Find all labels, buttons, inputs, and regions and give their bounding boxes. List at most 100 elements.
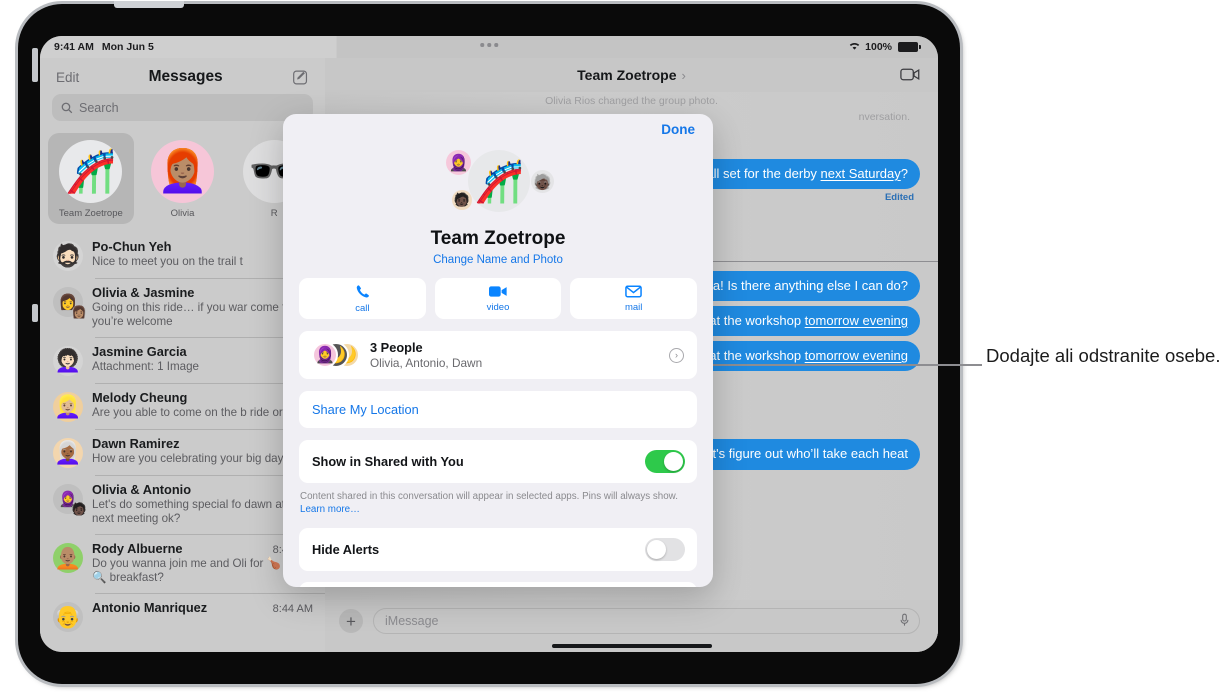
home-indicator (551, 644, 712, 648)
group-details-modal: Done 🎢 🧕 🧓🏿 🧑🏿 Team Zoetrope Change Name… (283, 114, 713, 587)
compose-icon[interactable] (292, 69, 309, 86)
sidebar-nav-bar: Edit Messages (40, 58, 325, 92)
conversation-time: 8:44 AM (272, 602, 313, 615)
screenshot-root: 9:41 AM Mon Jun 5 100% Edit Messages Sea… (0, 0, 1226, 692)
conversation-title-button[interactable]: Team Zoetrope › (577, 67, 686, 83)
video-label: video (486, 301, 510, 313)
pinned-item-team-zoetrope[interactable]: 🎢 Team Zoetrope (48, 133, 134, 224)
avatar-secondary: 🧑🏿 (71, 501, 87, 516)
pinned-item-label: Olivia (170, 208, 195, 219)
avatar: 🧑🏽‍🦲 (53, 542, 83, 573)
shared-with-you-toggle[interactable] (645, 450, 685, 473)
chevron-right-icon: › (681, 67, 686, 83)
avatar: 🧔🏻 (53, 241, 83, 271)
hide-alerts-label: Hide Alerts (312, 542, 380, 558)
conversation-nav-bar: Team Zoetrope › (325, 58, 938, 92)
next-card-partial[interactable] (299, 582, 697, 587)
conversation-preview: Do you wanna join me and Oli for 🍗 ☕ 🔍 b… (92, 556, 299, 585)
member-avatar-stack: 🌙 🌙 🧕 (312, 340, 360, 370)
shared-with-you-card: Show in Shared with You (299, 440, 697, 483)
imessage-placeholder: iMessage (385, 614, 439, 628)
pinned-item-label: R (270, 208, 278, 219)
modal-header: Done (283, 114, 713, 148)
imessage-input[interactable]: iMessage (373, 608, 920, 634)
message-bubble[interactable]: at the workshop tomorrow evening (697, 341, 920, 372)
shared-with-you-label: Show in Shared with You (312, 454, 464, 469)
avatar: 👩🏻‍🦱 (53, 345, 83, 376)
top-antenna-band (114, 1, 184, 8)
ipad-device-frame: 9:41 AM Mon Jun 5 100% Edit Messages Sea… (18, 1, 960, 684)
conversation-preview: Let's do something special fo dawn at th… (92, 497, 305, 526)
learn-more-link[interactable]: Learn more… (300, 504, 360, 515)
conversation-preview: Going on this ride… if you war come too … (92, 301, 299, 329)
conversation-preview: Attachment: 1 Image (92, 359, 199, 373)
conversation-name: Olivia & Jasmine (92, 285, 195, 300)
hide-alerts-row[interactable]: Hide Alerts (299, 528, 697, 571)
sidebar-title: Messages (148, 68, 223, 85)
shared-with-you-row[interactable]: Show in Shared with You (299, 440, 697, 483)
edit-button[interactable]: Edit (56, 70, 79, 85)
avatar: 👱🏼‍♀️ (53, 391, 83, 422)
footnote-text: Content shared in this conversation will… (300, 491, 678, 502)
conversation-name: Olivia & Antonio (92, 481, 192, 497)
change-name-photo-link[interactable]: Change Name and Photo (283, 254, 713, 266)
member-avatar-1: 🧕 (312, 342, 338, 368)
chevron-right-circle-icon[interactable]: › (669, 347, 684, 363)
page-title: Team Zoetrope (577, 67, 677, 83)
volume-button (32, 48, 38, 82)
avatar: 👩🏾‍🦳 (53, 437, 83, 468)
conversation-name: Melody Cheung (92, 389, 188, 405)
status-bar: 9:41 AM Mon Jun 5 100% (40, 36, 938, 58)
message-bubble[interactable]: et's figure out who’ll take each heat (693, 439, 920, 470)
add-attachment-icon[interactable]: + (339, 609, 363, 633)
hide-alerts-toggle[interactable] (645, 538, 685, 562)
message-bubble[interactable]: ivia! Is there anything else I can do? (688, 270, 920, 301)
conversation-name: Jasmine Garcia (92, 343, 187, 359)
battery-icon (898, 42, 921, 52)
ipad-screen: 9:41 AM Mon Jun 5 100% Edit Messages Sea… (40, 36, 938, 652)
pinned-item-olivia[interactable]: 👩🏽‍🦰 Olivia (140, 133, 226, 224)
avatar: 👩 👩🏽 (53, 287, 87, 319)
conversation-name: Rody Albuerne (92, 540, 183, 556)
mail-button[interactable]: mail (570, 278, 698, 319)
avatar: 🧕 🧑🏿 (53, 483, 87, 516)
message-bubble[interactable]: at the workshop tomorrow evening (697, 305, 920, 336)
member-avatar-2: 🧓🏿 (531, 170, 554, 193)
shared-with-you-footnote: Content shared in this conversation will… (283, 483, 713, 516)
avatar: 👩🏽‍🦰 (151, 140, 214, 203)
multitasking-handle[interactable] (480, 43, 498, 47)
call-label: call (355, 302, 370, 314)
share-location-card[interactable]: Share My Location (299, 391, 697, 428)
group-avatar-cluster[interactable]: 🎢 🧕 🧓🏿 🧑🏿 (438, 148, 558, 226)
mail-label: mail (624, 301, 643, 313)
conversation-preview: How are you celebrating your big day? (92, 451, 290, 465)
member-avatar-3: 🧑🏿 (452, 190, 472, 210)
avatar: 🎢 (59, 140, 123, 203)
done-button[interactable]: Done (661, 122, 695, 137)
list-item[interactable]: 👴 Antonio Manriquez 8:44 AM (40, 592, 325, 639)
video-camera-icon (489, 285, 507, 301)
search-icon (61, 102, 73, 114)
system-note-photo-changed: Olivia Rios changed the group photo. (545, 95, 718, 107)
search-input[interactable]: Search (52, 94, 313, 121)
people-card[interactable]: 🌙 🌙 🧕 3 People Olivia, Antonio, Dawn › (299, 331, 697, 379)
people-names: Olivia, Antonio, Dawn (370, 356, 483, 370)
video-button[interactable]: video (434, 278, 562, 319)
people-row[interactable]: 🌙 🌙 🧕 3 People Olivia, Antonio, Dawn › (299, 331, 697, 379)
member-avatar-1: 🧕 (446, 150, 471, 175)
phone-icon (355, 284, 370, 302)
envelope-icon (625, 285, 642, 301)
conversation-name: Po-Chun Yeh (92, 239, 172, 254)
message-bubble[interactable]: all set for the derby next Saturday? (694, 159, 920, 190)
conversation-preview: Nice to meet you on the trail t (92, 255, 243, 268)
call-button[interactable]: call (299, 278, 426, 319)
group-name: Team Zoetrope (430, 228, 566, 249)
people-count: 3 People (370, 340, 423, 355)
quick-actions: call video mail (283, 266, 713, 319)
share-my-location-button[interactable]: Share My Location (299, 391, 697, 428)
facetime-video-icon[interactable] (900, 67, 920, 82)
battery-percent: 100% (865, 41, 892, 53)
avatar-secondary: 👩🏽 (71, 305, 87, 319)
status-date: Mon Jun 5 (101, 41, 154, 53)
microphone-icon[interactable] (900, 613, 909, 630)
